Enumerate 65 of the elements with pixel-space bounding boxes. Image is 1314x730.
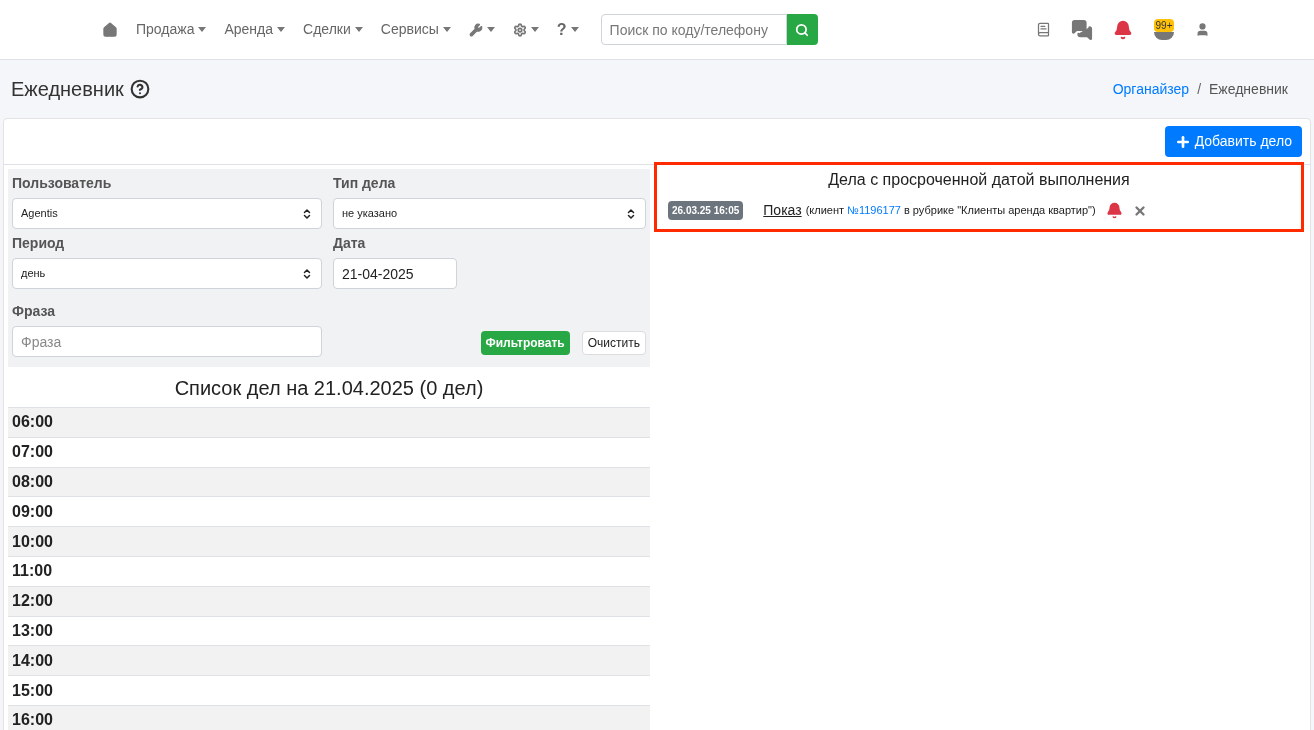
field-label: Фраза xyxy=(12,302,57,321)
caret-icon xyxy=(198,27,207,32)
phrase-field[interactable]: Фраза xyxy=(12,326,322,357)
hour-label: 13:00 xyxy=(12,620,53,641)
period-select[interactable]: день xyxy=(12,258,322,289)
field-label: Дата xyxy=(333,234,367,253)
page-title: Ежедневник xyxy=(11,77,124,102)
hour-label: 15:00 xyxy=(12,680,53,701)
caret-icon xyxy=(277,27,286,32)
updown-icon xyxy=(301,207,313,220)
caret-icon xyxy=(442,27,451,32)
caret-icon xyxy=(530,27,539,32)
notification-badge: 99+ xyxy=(1153,19,1175,32)
nav-menu[interactable]: Сервисы xyxy=(380,19,451,40)
bell-icon[interactable] xyxy=(1105,202,1123,219)
user-select[interactable]: Agentis xyxy=(12,198,322,229)
field-label: Период xyxy=(12,234,66,253)
nav-menu[interactable]: Продажа xyxy=(136,19,207,40)
breadcrumb: Ежедневник xyxy=(1209,79,1288,99)
search-icon xyxy=(795,22,810,37)
task-link[interactable]: Показ xyxy=(763,200,802,221)
hour-label: 10:00 xyxy=(12,531,53,552)
overdue-title: Дела с просроченной датой выполнения xyxy=(827,170,1131,190)
book-icon[interactable] xyxy=(1036,22,1051,37)
close-icon[interactable] xyxy=(1132,203,1147,218)
schedule-title: Список дел на 21.04.2025 (0 дел) xyxy=(173,376,485,401)
search-field[interactable]: Поиск по коду/телефону xyxy=(600,14,787,45)
updown-icon xyxy=(301,267,313,280)
user-icon[interactable] xyxy=(1195,22,1210,37)
clear-button[interactable]: Очистить xyxy=(581,331,646,355)
date-badge: 26.03.25 16:05 xyxy=(668,201,744,220)
filter-button[interactable]: Фильтровать xyxy=(480,331,570,355)
caret-icon xyxy=(486,27,495,32)
task-details: (клиент №1196177 в рубрике "Клиенты аренда квартир") xyxy=(805,203,1096,219)
type-select[interactable]: не указано xyxy=(333,198,646,229)
hour-label: 09:00 xyxy=(12,501,53,522)
updown-icon xyxy=(625,207,637,220)
hour-label: 06:00 xyxy=(12,412,53,433)
home-icon[interactable] xyxy=(102,21,118,38)
avatar-icon[interactable] xyxy=(1154,32,1174,40)
settings-icon[interactable] xyxy=(512,22,527,37)
bell-icon[interactable] xyxy=(1113,19,1133,40)
breadcrumb-separator: / xyxy=(1197,79,1201,99)
wrench-icon[interactable] xyxy=(468,22,483,37)
plus-icon xyxy=(1174,133,1191,150)
field-label: Пользователь xyxy=(12,174,113,193)
hour-label: 14:00 xyxy=(12,650,53,671)
nav-menu[interactable]: Сделки xyxy=(303,19,363,40)
field-label: Тип дела xyxy=(333,174,397,193)
chat-icon[interactable] xyxy=(1071,18,1093,41)
add-task-button[interactable]: Добавить дело xyxy=(1164,126,1302,157)
hour-label: 16:00 xyxy=(12,710,53,730)
breadcrumb[interactable]: Органайзер xyxy=(1112,78,1190,100)
help-icon[interactable] xyxy=(129,79,150,99)
hour-label: 08:00 xyxy=(12,472,53,492)
hour-label: 11:00 xyxy=(12,561,53,582)
nav-menu[interactable]: Аренда xyxy=(224,19,286,40)
help-menu[interactable]: ? xyxy=(556,17,579,42)
caret-icon xyxy=(354,27,363,32)
date-field[interactable]: 21-04-2025 xyxy=(333,258,457,289)
hour-label: 12:00 xyxy=(12,591,53,612)
search-button[interactable] xyxy=(786,14,818,45)
hour-label: 07:00 xyxy=(12,442,53,463)
client-link[interactable]: №1196177 xyxy=(847,204,901,217)
caret-icon xyxy=(570,27,579,32)
